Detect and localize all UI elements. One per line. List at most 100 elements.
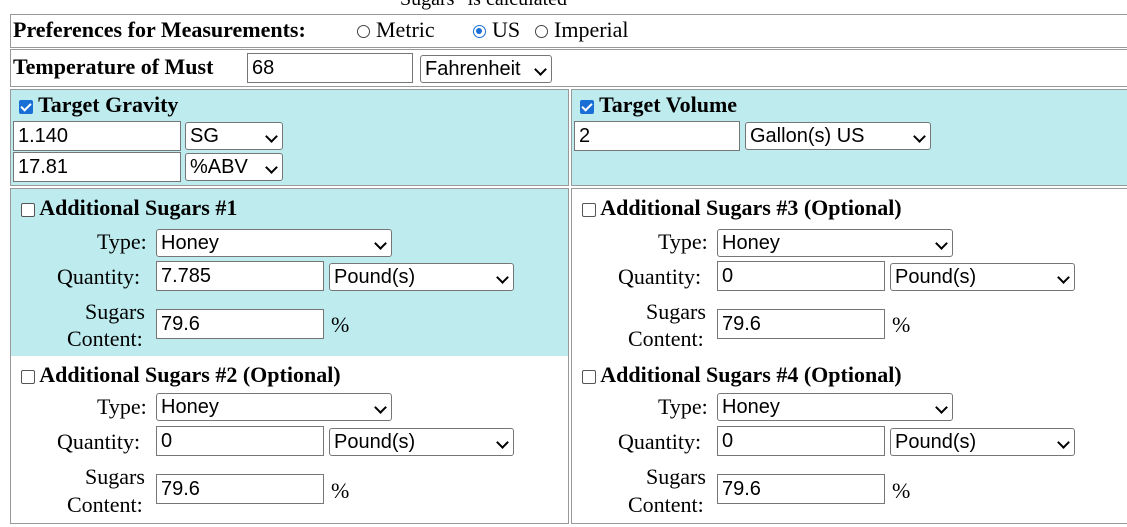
sugars-2-unit-select[interactable]: Pound(s) — [329, 428, 514, 456]
sugars-1-type-label: Type: — [97, 229, 147, 254]
sugars-3-panel: Additional Sugars #3 (Optional) Type: Ho… — [571, 188, 1127, 356]
sugars-3-title: Additional Sugars #3 (Optional) — [600, 195, 902, 220]
sugars-1-unit-value: Pound(s) — [334, 266, 416, 288]
sugars-3-percent: % — [892, 312, 911, 337]
chevron-down-icon — [496, 436, 509, 449]
gravity-unit-value: SG — [190, 125, 219, 147]
sugars-4-checkbox[interactable] — [582, 369, 596, 384]
chevron-down-icon — [913, 130, 926, 143]
sugars-1-content-label: Content: — [67, 326, 143, 351]
sugars-4-unit-value: Pound(s) — [895, 431, 977, 453]
radio-us-icon[interactable] — [473, 25, 486, 39]
sugars-3-checkbox[interactable] — [582, 202, 596, 217]
chevron-down-icon — [1057, 271, 1070, 284]
radio-imperial-icon[interactable] — [535, 25, 548, 39]
sugars-1-quantity-input[interactable]: 7.785 — [156, 261, 324, 291]
chevron-down-icon — [935, 401, 948, 414]
sugars-3-header: Additional Sugars #3 (Optional) — [582, 195, 902, 221]
temperature-unit-value: Fahrenheit — [425, 58, 521, 80]
chevron-down-icon — [374, 237, 387, 250]
chevron-down-icon — [1057, 436, 1070, 449]
radio-metric-label: Metric — [376, 17, 435, 42]
gravity-value-input[interactable]: 1.140 — [13, 121, 181, 151]
sugars-4-unit-select[interactable]: Pound(s) — [890, 428, 1075, 456]
sugars-2-type-select[interactable]: Honey — [156, 393, 392, 421]
target-gravity-header: Target Gravity — [19, 92, 178, 118]
top-fragment-text: Sugars" is calculated — [400, 0, 567, 11]
sugars-4-type-value: Honey — [722, 396, 780, 418]
radio-imperial[interactable]: Imperial — [535, 17, 629, 43]
sugars-3-sugars-label: Sugars — [646, 299, 706, 324]
sugars-2-sugars-label: Sugars — [85, 464, 145, 489]
sugars-1-percent: % — [331, 312, 350, 337]
sugars-3-unit-select[interactable]: Pound(s) — [890, 263, 1075, 291]
sugars-4-sugars-label: Sugars — [646, 464, 706, 489]
abv-value-input[interactable]: 17.81 — [13, 152, 181, 182]
gravity-unit-select[interactable]: SG — [185, 122, 283, 150]
radio-us-label: US — [492, 17, 521, 42]
temperature-label: Temperature of Must — [13, 54, 214, 79]
sugars-2-type-value: Honey — [161, 396, 219, 418]
volume-unit-select[interactable]: Gallon(s) US — [745, 122, 931, 150]
preferences-row: Preferences for Measurements: Metric US … — [10, 14, 1127, 48]
target-volume-header: Target Volume — [580, 92, 737, 118]
sugars-1-title: Additional Sugars #1 — [39, 195, 238, 220]
sugars-3-type-select[interactable]: Honey — [717, 229, 953, 257]
sugars-4-quantity-input[interactable]: 0 — [717, 426, 885, 456]
sugars-4-type-select[interactable]: Honey — [717, 393, 953, 421]
sugars-4-percent: % — [892, 478, 911, 503]
sugars-4-content-input[interactable]: 79.6 — [717, 474, 885, 504]
chevron-down-icon — [374, 401, 387, 414]
volume-unit-value: Gallon(s) US — [750, 125, 865, 147]
sugars-3-quantity-label: Quantity: — [618, 264, 702, 289]
target-gravity-label: Target Gravity — [38, 92, 179, 117]
target-gravity-checkbox[interactable] — [19, 99, 33, 114]
chevron-down-icon — [935, 237, 948, 250]
target-volume-checkbox[interactable] — [580, 99, 594, 114]
temperature-input[interactable]: 68 — [247, 53, 413, 83]
sugars-2-quantity-label: Quantity: — [57, 429, 141, 454]
sugars-4-type-label: Type: — [658, 394, 708, 419]
sugars-2-header: Additional Sugars #2 (Optional) — [21, 362, 341, 388]
abv-unit-select[interactable]: %ABV — [185, 153, 283, 181]
sugars-1-checkbox[interactable] — [21, 202, 35, 217]
sugars-3-unit-value: Pound(s) — [895, 266, 977, 288]
sugars-3-type-label: Type: — [658, 229, 708, 254]
sugars-4-content-label: Content: — [628, 492, 704, 517]
sugars-1-header: Additional Sugars #1 — [21, 195, 237, 221]
chevron-down-icon — [534, 63, 547, 76]
radio-us[interactable]: US — [473, 17, 520, 43]
sugars-2-content-input[interactable]: 79.6 — [156, 474, 324, 504]
temperature-row: Temperature of Must 68 Fahrenheit — [10, 49, 1127, 87]
sugars-2-quantity-input[interactable]: 0 — [156, 426, 324, 456]
chevron-down-icon — [265, 161, 278, 174]
sugars-2-percent: % — [331, 478, 350, 503]
radio-metric[interactable]: Metric — [357, 17, 435, 43]
volume-value-input[interactable]: 2 — [574, 121, 740, 151]
sugars-1-quantity-label: Quantity: — [57, 264, 141, 289]
target-volume-panel: Target Volume 2 Gallon(s) US — [571, 89, 1127, 186]
chevron-down-icon — [265, 130, 278, 143]
sugars-2-content-label: Content: — [67, 492, 143, 517]
sugars-3-content-label: Content: — [628, 326, 704, 351]
sugars-2-title: Additional Sugars #2 (Optional) — [39, 362, 341, 387]
sugars-4-title: Additional Sugars #4 (Optional) — [600, 362, 902, 387]
sugars-1-unit-select[interactable]: Pound(s) — [329, 263, 514, 291]
sugars-4-header: Additional Sugars #4 (Optional) — [582, 362, 902, 388]
sugars-3-content-input[interactable]: 79.6 — [717, 309, 885, 339]
sugars-3-type-value: Honey — [722, 232, 780, 254]
radio-imperial-label: Imperial — [554, 17, 629, 42]
sugars-2-unit-value: Pound(s) — [334, 431, 416, 453]
sugars-2-type-label: Type: — [97, 394, 147, 419]
sugars-1-type-value: Honey — [161, 232, 219, 254]
radio-metric-icon[interactable] — [357, 25, 370, 39]
sugars-1-type-select[interactable]: Honey — [156, 229, 392, 257]
temperature-unit-select[interactable]: Fahrenheit — [420, 55, 552, 83]
sugars-1-content-input[interactable]: 79.6 — [156, 309, 324, 339]
sugars-4-panel: Additional Sugars #4 (Optional) Type: Ho… — [571, 356, 1127, 524]
sugars-1-sugars-label: Sugars — [85, 299, 145, 324]
abv-unit-value: %ABV — [190, 156, 248, 178]
sugars-3-quantity-input[interactable]: 0 — [717, 261, 885, 291]
sugars-2-checkbox[interactable] — [21, 369, 35, 384]
chevron-down-icon — [496, 271, 509, 284]
